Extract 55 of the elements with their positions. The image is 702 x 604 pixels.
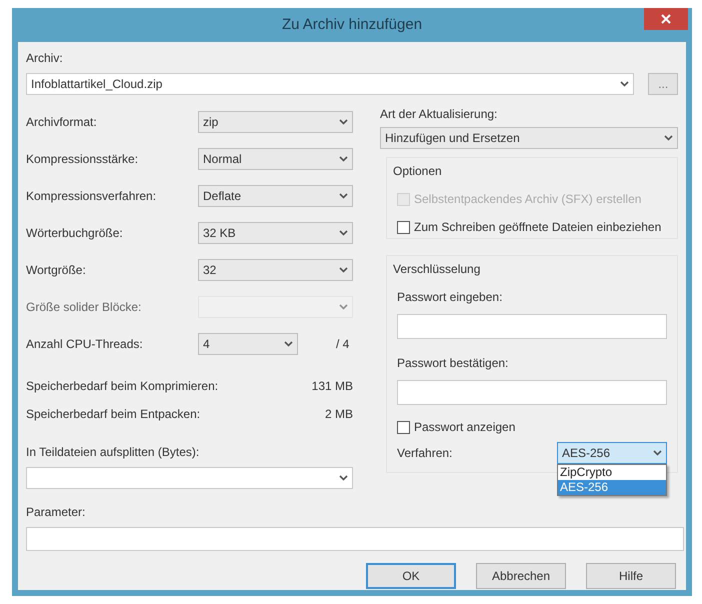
chevron-icon [339, 118, 348, 124]
chevron-icon [339, 192, 348, 198]
field-label: Wörterbuchgröße: [26, 224, 124, 242]
field-label: Wortgröße: [26, 262, 87, 278]
dropdown-option[interactable]: ZipCrypto [558, 465, 666, 480]
chevron-icon [284, 340, 293, 346]
parameter-field[interactable] [26, 527, 684, 551]
memory-value: 2 MB [324, 406, 353, 423]
password-field[interactable] [397, 314, 667, 339]
window-title: Zu Archiv hinzufügen [282, 14, 422, 35]
dropdown[interactable]: Deflate [198, 184, 353, 206]
field-label: Art der Aktualisierung: [380, 106, 498, 123]
field-label: Anzahl CPU-Threads: [26, 336, 144, 352]
dropdown[interactable]: Normal [198, 148, 353, 170]
field-label: Speicherbedarf beim Entpacken: [26, 406, 200, 423]
dropdown[interactable]: Hinzufügen und Ersetzen [380, 127, 678, 149]
chevron-icon [620, 81, 630, 87]
checkbox[interactable]: Passwort anzeigen [397, 418, 667, 436]
chevron-icon [339, 266, 348, 272]
thread-count: / 4 [336, 336, 350, 352]
dialog-button[interactable]: Abbrechen [476, 563, 566, 589]
field-label: Speicherbedarf beim Komprimieren: [26, 378, 218, 395]
chevron-icon [653, 450, 662, 456]
password-field[interactable] [397, 380, 667, 405]
field-label: Kompressionsverfahren: [26, 188, 158, 204]
dropdown[interactable]: 4 [198, 332, 298, 354]
field-label: Verfahren: [397, 445, 454, 462]
dialog-button[interactable]: Hilfe [586, 563, 676, 589]
field-label: Passwort eingeben: [397, 289, 504, 306]
field-label: Archiv: [26, 50, 64, 67]
dropdown[interactable]: zip [198, 110, 353, 132]
field-label: Archivformat: [26, 114, 98, 130]
chevron-icon [339, 230, 348, 236]
dialog-button[interactable]: OK [366, 563, 456, 589]
group-title: Verschlüsselung [393, 261, 482, 278]
chevron-icon [339, 156, 348, 162]
field-label: In Teildateien aufsplitten (Bytes): [26, 444, 200, 461]
field-label: Passwort bestätigen: [397, 355, 510, 372]
dropdown[interactable]: Infoblattartikel_Cloud.zip [26, 73, 634, 95]
dropdown[interactable] [26, 467, 353, 489]
chevron-icon [339, 475, 348, 481]
memory-value: 131 MB [312, 378, 353, 395]
field-label: Größe solider Blöcke: [26, 298, 142, 316]
dropdown[interactable]: 32 [198, 258, 353, 280]
chevron-icon [339, 304, 348, 310]
field-label: Kompressionsstärke: [26, 150, 140, 168]
group-title: Optionen [393, 163, 443, 180]
field-label: Parameter: [26, 504, 86, 521]
dropdown[interactable]: AES-256 [557, 442, 667, 464]
dropdown[interactable]: 32 KB [198, 222, 353, 244]
checkbox[interactable]: Zum Schreiben geöffnete Dateien einbeziehen [397, 218, 671, 236]
checkbox: Selbstentpackendes Archiv (SFX) erstellen [397, 190, 671, 208]
close-button[interactable] [644, 8, 688, 30]
chevron-icon [664, 135, 673, 141]
close-icon [661, 14, 671, 24]
